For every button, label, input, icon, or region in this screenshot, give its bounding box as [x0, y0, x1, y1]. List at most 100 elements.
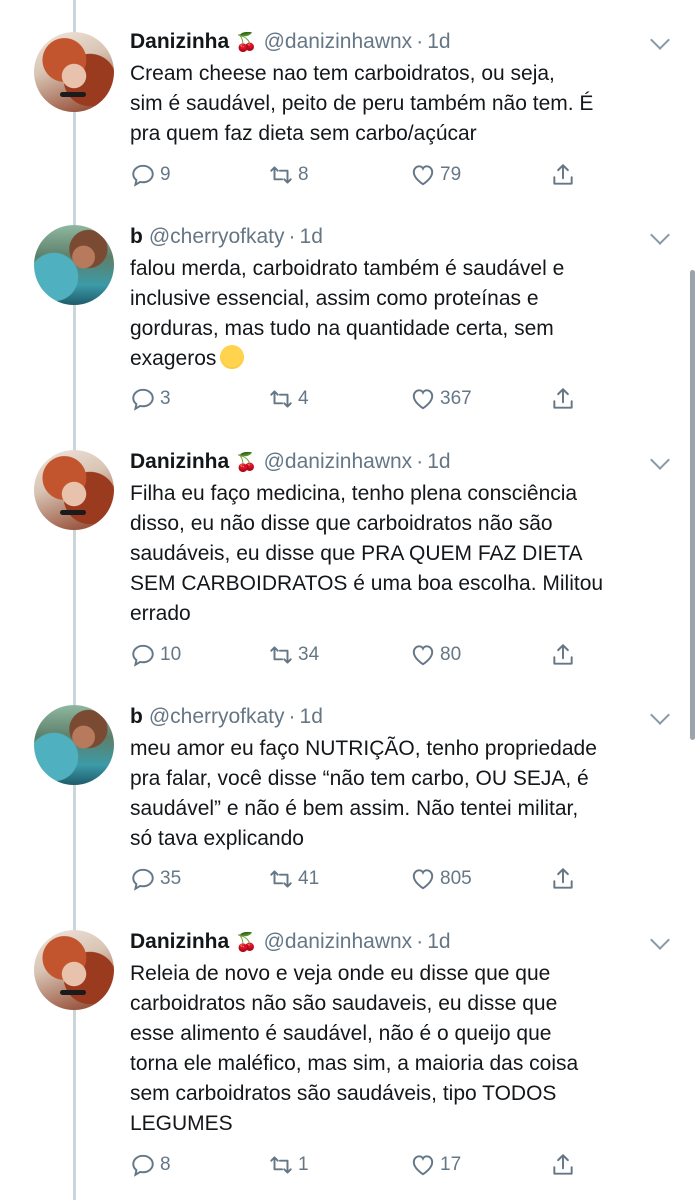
- heart-icon: [412, 645, 434, 666]
- like-count: 79: [440, 164, 462, 185]
- display-name[interactable]: Danizinha: [130, 450, 229, 473]
- cherry-emoji: 🍒: [235, 32, 258, 52]
- like-count: 17: [440, 1154, 462, 1175]
- tweet-text: Cream cheese nao tem carboidratos, ou se…: [130, 62, 594, 145]
- share-button[interactable]: [550, 384, 580, 414]
- like-button[interactable]: 17: [410, 1150, 461, 1180]
- display-name[interactable]: Danizinha: [130, 930, 229, 953]
- share-button[interactable]: [550, 640, 580, 670]
- reply-button[interactable]: 8: [130, 1150, 171, 1180]
- separator-dot: ·: [416, 450, 424, 473]
- thread-connector-line: [73, 0, 76, 1200]
- username-handle[interactable]: @danizinhawnx: [264, 930, 413, 953]
- reply-count: 35: [160, 868, 182, 889]
- chevron-down-icon[interactable]: [650, 30, 670, 50]
- display-name[interactable]: Danizinha: [130, 30, 229, 53]
- cherry-emoji: 🍒: [235, 452, 258, 472]
- separator-dot: ·: [288, 225, 296, 248]
- reply-icon: [132, 1154, 154, 1177]
- share-icon: [553, 1154, 573, 1175]
- separator-dot: ·: [416, 30, 424, 53]
- reply-button[interactable]: 35: [130, 864, 181, 894]
- retweet-count: 4: [298, 388, 309, 409]
- tweet-header: Danizinha 🍒 @danizinhawnx · 1d: [130, 447, 451, 477]
- retweet-button[interactable]: 34: [268, 640, 319, 670]
- retweet-icon: [270, 646, 292, 664]
- chevron-down-icon[interactable]: [650, 225, 670, 245]
- retweet-button[interactable]: 1: [268, 1150, 309, 1180]
- timestamp[interactable]: 1d: [300, 705, 323, 728]
- cherry-emoji: 🍒: [235, 932, 258, 952]
- share-icon: [553, 164, 573, 185]
- retweet-count: 34: [298, 644, 320, 665]
- reply-count: 9: [160, 164, 171, 185]
- scrollbar[interactable]: [690, 270, 695, 740]
- timestamp[interactable]: 1d: [427, 30, 450, 53]
- tweet-actions: 10 34 80: [130, 640, 590, 670]
- reply-icon: [132, 644, 154, 667]
- heart-icon: [412, 165, 434, 186]
- avatar[interactable]: [34, 450, 114, 530]
- reply-count: 3: [160, 388, 171, 409]
- like-count: 367: [440, 388, 472, 409]
- tweet-text-content: falou merda, carboidrato também é saudáv…: [130, 257, 565, 370]
- display-name[interactable]: b: [130, 705, 143, 728]
- reply-button[interactable]: 3: [130, 384, 171, 414]
- share-button[interactable]: [550, 1150, 580, 1180]
- tweet-header: Danizinha 🍒 @danizinhawnx · 1d: [130, 927, 451, 957]
- tweet-actions: 8 1 17: [130, 1150, 590, 1180]
- username-handle[interactable]: @cherryofkaty: [149, 225, 285, 248]
- reply-button[interactable]: 10: [130, 640, 181, 670]
- share-button[interactable]: [550, 864, 580, 894]
- hugging-face-emoji: [220, 345, 245, 369]
- avatar[interactable]: [34, 705, 114, 785]
- reply-button[interactable]: 9: [130, 160, 171, 190]
- separator-dot: ·: [288, 705, 296, 728]
- retweet-button[interactable]: 4: [268, 384, 309, 414]
- username-handle[interactable]: @danizinhawnx: [264, 30, 413, 53]
- avatar[interactable]: [34, 930, 114, 1010]
- chevron-down-icon[interactable]: [650, 705, 670, 725]
- tweet-header: b @cherryofkaty · 1d: [130, 702, 323, 732]
- like-button[interactable]: 79: [410, 160, 461, 190]
- like-button[interactable]: 367: [410, 384, 472, 414]
- username-handle[interactable]: @danizinhawnx: [264, 450, 413, 473]
- like-button[interactable]: 80: [410, 640, 461, 670]
- like-count: 805: [440, 868, 472, 889]
- reply-icon: [132, 164, 154, 187]
- heart-icon: [412, 389, 434, 410]
- heart-icon: [412, 1155, 434, 1176]
- tweet-actions: 9 8 79: [130, 160, 590, 190]
- reply-count: 8: [160, 1154, 171, 1175]
- avatar[interactable]: [34, 32, 114, 112]
- tweet-header: Danizinha 🍒 @danizinhawnx · 1d: [130, 27, 451, 57]
- retweet-icon: [270, 166, 292, 184]
- display-name[interactable]: b: [130, 225, 143, 248]
- chevron-down-icon[interactable]: [650, 450, 670, 470]
- timestamp[interactable]: 1d: [427, 450, 450, 473]
- retweet-button[interactable]: 41: [268, 864, 319, 894]
- tweet-header: b @cherryofkaty · 1d: [130, 222, 323, 252]
- share-icon: [553, 388, 573, 409]
- heart-icon: [412, 869, 434, 890]
- reply-icon: [132, 868, 154, 891]
- share-button[interactable]: [550, 160, 580, 190]
- tweet-actions: 35 41 805: [130, 864, 590, 894]
- tweet-text: Filha eu faço medicina, tenho plena cons…: [130, 482, 604, 625]
- retweet-count: 8: [298, 164, 309, 185]
- timestamp[interactable]: 1d: [300, 225, 323, 248]
- retweet-count: 1: [298, 1154, 309, 1175]
- like-count: 80: [440, 644, 462, 665]
- share-icon: [553, 868, 573, 889]
- retweet-icon: [270, 390, 292, 408]
- like-button[interactable]: 805: [410, 864, 472, 894]
- username-handle[interactable]: @cherryofkaty: [149, 705, 285, 728]
- avatar[interactable]: [34, 225, 114, 305]
- share-icon: [553, 644, 573, 665]
- tweet-text: falou merda, carboidrato também é saudáv…: [130, 254, 675, 374]
- retweet-button[interactable]: 8: [268, 160, 309, 190]
- retweet-icon: [270, 870, 292, 888]
- chevron-down-icon[interactable]: [650, 930, 670, 950]
- reply-icon: [132, 388, 154, 411]
- timestamp[interactable]: 1d: [427, 930, 450, 953]
